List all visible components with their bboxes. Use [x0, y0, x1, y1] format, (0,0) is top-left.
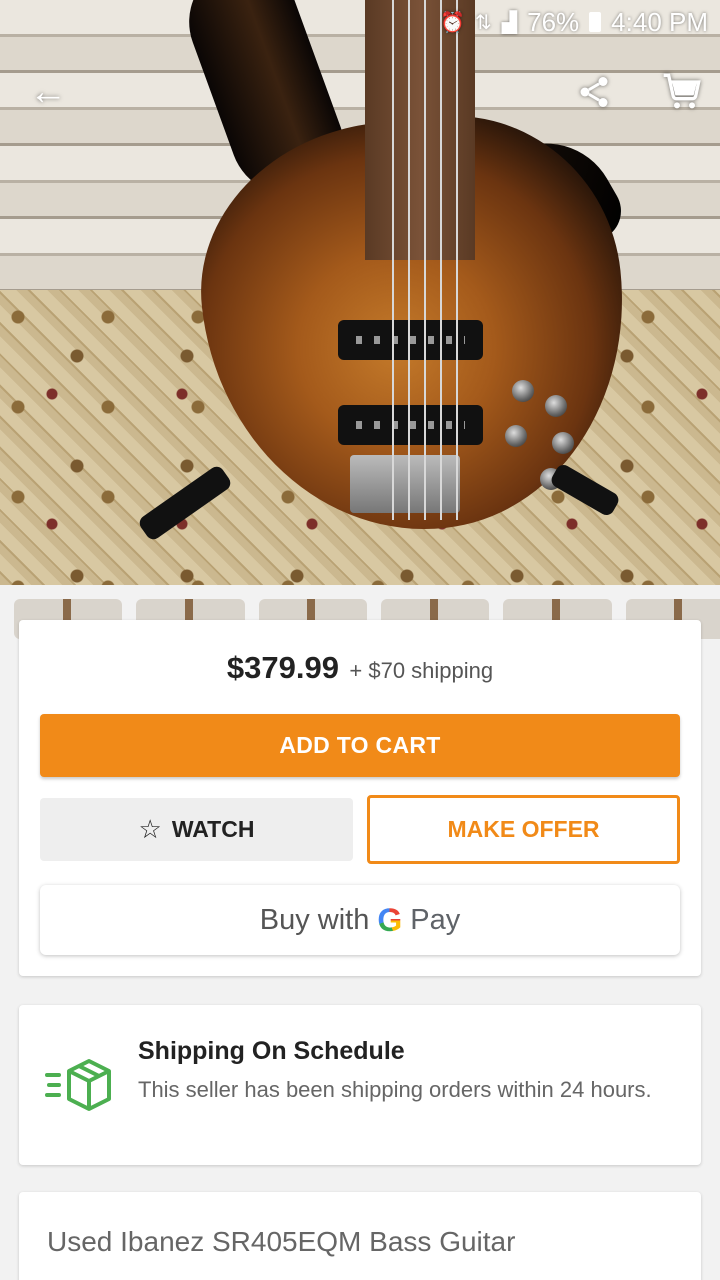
- back-button[interactable]: ←: [20, 64, 76, 120]
- make-offer-button[interactable]: MAKE OFFER: [367, 795, 680, 864]
- gpay-suffix: Pay: [410, 903, 461, 936]
- item-title: Used Ibanez SR405EQM Bass Guitar: [47, 1226, 516, 1257]
- price-row: $379.99 + $70 shipping: [19, 650, 701, 686]
- network-4g-icon: ⇅: [474, 11, 492, 34]
- battery-percent: 76%: [527, 6, 580, 37]
- share-icon: [580, 77, 608, 107]
- item-title-card: Used Ibanez SR405EQM Bass Guitar: [19, 1192, 701, 1280]
- buy-card: $379.99 + $70 shipping ADD TO CART ☆ WAT…: [19, 620, 701, 976]
- watch-label: WATCH: [171, 816, 255, 842]
- shipping-card: Shipping On Schedule This seller has bee…: [19, 1005, 701, 1165]
- share-button[interactable]: [566, 64, 622, 120]
- guitar-knob: [512, 380, 534, 402]
- status-bar: ⏰ ⇅ ▟ 76% 4:40 PM: [0, 0, 720, 44]
- battery-icon: [589, 12, 602, 32]
- star-outline-icon: ☆: [138, 814, 162, 844]
- guitar-knob: [552, 432, 574, 454]
- add-to-cart-button[interactable]: ADD TO CART: [40, 714, 680, 777]
- watch-button[interactable]: ☆ WATCH: [40, 798, 353, 861]
- cart-icon: [663, 73, 701, 109]
- shipping-cost: + $70 shipping: [349, 658, 494, 683]
- cart-button[interactable]: [654, 64, 710, 120]
- gpay-prefix: Buy with: [259, 903, 370, 936]
- shipping-description: This seller has been shipping orders wit…: [138, 1077, 652, 1102]
- google-pay-button[interactable]: Buy with G Pay: [40, 885, 680, 955]
- arrow-left-icon: ←: [29, 70, 67, 113]
- guitar-knob: [545, 395, 567, 417]
- fast-shipping-box-icon: [45, 1059, 111, 1111]
- guitar-strings: [378, 0, 464, 520]
- clock: 4:40 PM: [611, 6, 708, 37]
- google-g-icon: G: [377, 901, 403, 938]
- guitar-knob: [505, 425, 527, 447]
- price: $379.99: [226, 650, 339, 685]
- shipping-title: Shipping On Schedule: [138, 1037, 405, 1065]
- alarm-icon: ⏰: [440, 11, 465, 34]
- signal-icon: ▟: [501, 11, 518, 34]
